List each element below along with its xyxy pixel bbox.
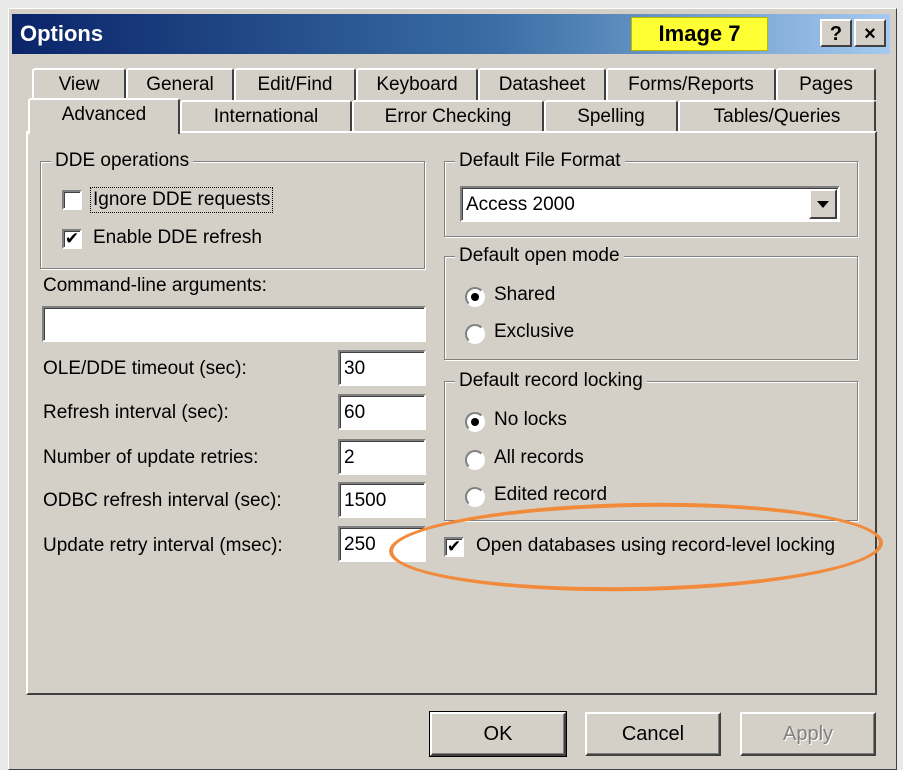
refresh-interval-input[interactable]: 60 — [338, 394, 426, 430]
update-retries-label: Number of update retries: — [43, 447, 259, 468]
tab-edit-find[interactable]: Edit/Find — [234, 68, 356, 100]
tab-spelling[interactable]: Spelling — [544, 100, 678, 132]
title-bar[interactable]: Options Image 7 ? × — [12, 14, 890, 54]
tab-keyboard[interactable]: Keyboard — [356, 68, 478, 100]
file-format-select[interactable]: Access 2000 — [460, 186, 840, 222]
default-file-format-legend: Default File Format — [455, 150, 625, 172]
no-locks-radio[interactable] — [465, 412, 485, 432]
tab-advanced[interactable]: Advanced — [28, 98, 180, 134]
shared-label[interactable]: Shared — [494, 283, 555, 307]
ole-dde-timeout-input[interactable]: 30 — [338, 350, 426, 386]
apply-button[interactable]: Apply — [740, 712, 876, 756]
tab-international[interactable]: International — [180, 100, 352, 132]
edited-record-label[interactable]: Edited record — [494, 483, 607, 507]
ok-button[interactable]: OK — [429, 711, 567, 757]
help-button[interactable]: ? — [820, 19, 852, 47]
ignore-dde-checkbox[interactable] — [62, 190, 82, 210]
tab-tables-queries[interactable]: Tables/Queries — [678, 100, 876, 132]
no-locks-label[interactable]: No locks — [494, 408, 567, 432]
dde-operations-legend: DDE operations — [51, 150, 194, 172]
tab-error-checking[interactable]: Error Checking — [352, 100, 544, 132]
edited-record-radio[interactable] — [465, 487, 485, 507]
file-format-value: Access 2000 — [466, 194, 575, 215]
command-line-input[interactable] — [42, 306, 426, 342]
default-open-mode-legend: Default open mode — [455, 245, 624, 267]
ignore-dde-label[interactable]: Ignore DDE requests — [90, 187, 274, 213]
odbc-refresh-interval-label: ODBC refresh interval (sec): — [43, 490, 282, 511]
command-line-label: Command-line arguments: — [43, 275, 267, 296]
enable-dde-refresh-label[interactable]: Enable DDE refresh — [93, 226, 262, 250]
tab-view[interactable]: View — [32, 68, 126, 100]
shared-radio[interactable] — [465, 287, 485, 307]
all-records-radio[interactable] — [465, 450, 485, 470]
update-retries-input[interactable]: 2 — [338, 439, 426, 475]
ole-dde-timeout-label: OLE/DDE timeout (sec): — [43, 358, 247, 379]
update-retry-interval-label: Update retry interval (msec): — [43, 535, 283, 556]
chevron-down-icon[interactable] — [809, 189, 837, 219]
odbc-refresh-interval-input[interactable]: 1500 — [338, 482, 426, 518]
enable-dde-refresh-checkbox[interactable]: ✔ — [62, 229, 82, 249]
refresh-interval-label: Refresh interval (sec): — [43, 402, 229, 423]
tab-datasheet[interactable]: Datasheet — [478, 68, 606, 100]
exclusive-radio[interactable] — [465, 324, 485, 344]
close-button[interactable]: × — [854, 19, 886, 47]
tab-general[interactable]: General — [126, 68, 234, 100]
cancel-button[interactable]: Cancel — [585, 712, 721, 756]
dde-operations-group: DDE operations — [40, 150, 425, 269]
dialog-title: Options — [20, 21, 104, 46]
tab-pages[interactable]: Pages — [776, 68, 876, 100]
default-open-mode-group: Default open mode — [444, 245, 858, 360]
image-badge: Image 7 — [631, 17, 768, 51]
all-records-label[interactable]: All records — [494, 446, 584, 470]
tab-forms-reports[interactable]: Forms/Reports — [606, 68, 776, 100]
default-record-locking-legend: Default record locking — [455, 370, 647, 392]
exclusive-label[interactable]: Exclusive — [494, 320, 574, 344]
